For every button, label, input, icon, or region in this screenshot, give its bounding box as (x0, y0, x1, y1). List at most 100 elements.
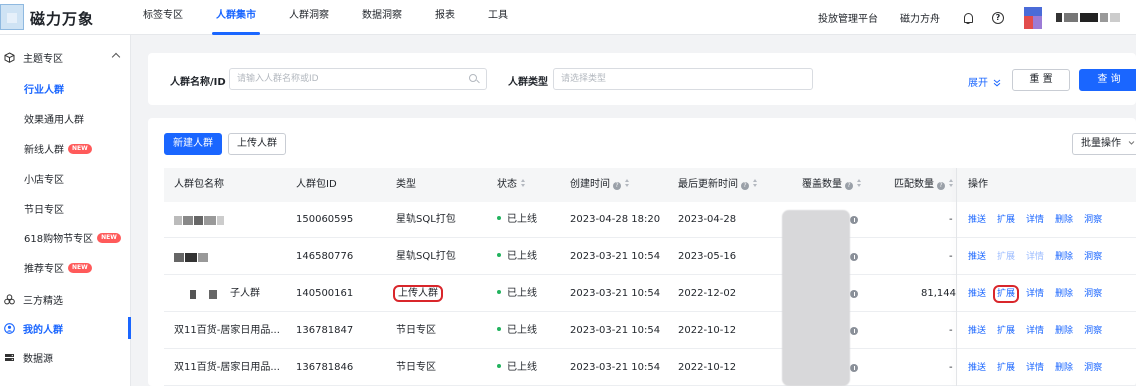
expand-filters-link[interactable]: 展开 (968, 74, 1001, 89)
delete-link[interactable]: 删除 (1055, 363, 1073, 373)
audience-table-panel: 新建人群 上传人群 批量操作 人群包名称 人群包ID 类型 状态 创建时间? 最… (148, 118, 1136, 386)
push-link[interactable]: 推送 (968, 363, 986, 373)
cube-icon (4, 52, 15, 63)
name-redacted (174, 216, 224, 225)
sort-icon[interactable] (625, 179, 630, 188)
sidebar-group-themes[interactable]: 主题专区 (0, 43, 131, 72)
status-dot (497, 216, 501, 220)
name-id-input[interactable]: 请输入人群名称或ID (229, 68, 487, 90)
col-coverage[interactable]: 覆盖数量? (802, 168, 862, 202)
sort-icon[interactable] (521, 179, 526, 188)
new-audience-button[interactable]: 新建人群 (164, 133, 222, 155)
ad-platform-link[interactable]: 投放管理平台 (818, 10, 878, 25)
status-text: 已上线 (507, 251, 537, 262)
chevron-up-icon[interactable] (111, 52, 121, 62)
bell-icon[interactable] (962, 12, 974, 24)
sidebar-item-recommend[interactable]: 推荐专区 NEW (0, 253, 131, 282)
help-circle-icon: ? (937, 182, 945, 190)
row-status: 已上线 (497, 276, 537, 312)
insight-link[interactable]: 洞察 (1084, 289, 1102, 299)
delete-link[interactable]: 删除 (1055, 289, 1073, 299)
push-link[interactable]: 推送 (968, 289, 986, 299)
expand-link[interactable]: 扩展 (997, 363, 1015, 373)
row-match: 81,144 (921, 288, 956, 299)
insight-link[interactable]: 洞察 (1084, 215, 1102, 225)
detail-link[interactable]: 详情 (1026, 289, 1044, 299)
sidebar-item-new-line[interactable]: 新线人群 NEW (0, 134, 131, 163)
help-icon[interactable]: ? (992, 11, 1004, 24)
avatar[interactable] (1024, 6, 1042, 29)
status-text: 已上线 (507, 325, 537, 336)
detail-link[interactable]: 详情 (1026, 326, 1044, 336)
info-icon[interactable] (850, 327, 858, 335)
batch-ops-dropdown[interactable]: 批量操作 (1072, 133, 1136, 155)
info-icon[interactable] (850, 290, 858, 298)
status-dot (497, 364, 501, 368)
tab-audience-market[interactable]: 人群集市 (212, 0, 260, 35)
filter-panel: 人群名称/ID 请输入人群名称或ID 人群类型 请选择类型 展开 重 置 查 询 (148, 53, 1136, 105)
sidebar-group-my-audience[interactable]: 我的人群 (0, 314, 131, 343)
sidebar-item-industry[interactable]: 行业人群 (0, 74, 131, 103)
reset-button[interactable]: 重 置 (1012, 69, 1070, 91)
tab-tools[interactable]: 工具 (488, 0, 508, 35)
col-created[interactable]: 创建时间? (570, 168, 630, 202)
delete-link[interactable]: 删除 (1055, 215, 1073, 225)
search-icon[interactable] (469, 74, 477, 82)
detail-link[interactable]: 详情 (1026, 215, 1044, 225)
row-actions: 推送 扩展 详情 删除 洞察 (968, 350, 1113, 386)
table-row: 双11百货-居家日用品... 136781846 节日专区 已上线 2023-0… (164, 350, 1136, 386)
info-icon[interactable] (850, 216, 858, 224)
row-created: 2023-03-21 10:54 (570, 325, 661, 336)
row-status: 已上线 (497, 350, 537, 386)
row-actions: 推送 扩展 详情 删除 洞察 (968, 239, 1113, 275)
push-link[interactable]: 推送 (968, 252, 986, 262)
col-status[interactable]: 状态 (497, 168, 526, 202)
delete-link[interactable]: 删除 (1055, 252, 1073, 262)
sidebar-item-label: 节日专区 (24, 205, 64, 216)
tab-reports[interactable]: 报表 (435, 0, 455, 35)
status-text: 已上线 (507, 362, 537, 373)
detail-link[interactable]: 详情 (1026, 252, 1044, 262)
push-link[interactable]: 推送 (968, 326, 986, 336)
upload-audience-button[interactable]: 上传人群 (228, 133, 286, 155)
col-updated[interactable]: 最后更新时间? (678, 168, 758, 202)
query-button[interactable]: 查 询 (1079, 69, 1136, 91)
row-type: 星轨SQL打包 (396, 251, 456, 262)
ark-link[interactable]: 磁力方舟 (900, 10, 940, 25)
sidebar-group-data-source[interactable]: 数据源 (0, 343, 131, 372)
sidebar: 主题专区 行业人群 效果通用人群 新线人群 NEW 小店专区 节日专区 618购… (0, 35, 131, 386)
info-icon[interactable] (850, 364, 858, 372)
col-match-label: 匹配数量 (894, 179, 934, 190)
col-coverage-label: 覆盖数量 (802, 179, 842, 190)
insight-link[interactable]: 洞察 (1084, 326, 1102, 336)
sort-icon[interactable] (949, 179, 954, 188)
sort-icon[interactable] (753, 179, 758, 188)
expand-link[interactable]: 扩展 (997, 215, 1015, 225)
detail-link[interactable]: 详情 (1026, 363, 1044, 373)
tab-audience-insight[interactable]: 人群洞察 (289, 0, 329, 35)
table-row: 150060595 星轨SQL打包 已上线 2023-04-28 18:20 2… (164, 202, 1136, 238)
row-type: 星轨SQL打包 (396, 214, 456, 225)
col-name: 人群包名称 (174, 168, 224, 202)
audience-type-select[interactable]: 请选择类型 (553, 68, 813, 90)
sort-icon[interactable] (857, 179, 862, 188)
sidebar-item-effect-common[interactable]: 效果通用人群 (0, 104, 131, 133)
row-type: 节日专区 (396, 325, 436, 336)
sidebar-item-618[interactable]: 618购物节专区 NEW (0, 223, 131, 252)
info-icon[interactable] (850, 253, 858, 261)
expand-link[interactable]: 扩展 (993, 285, 1020, 303)
row-id: 136781846 (296, 362, 354, 373)
col-match[interactable]: 匹配数量? (894, 168, 954, 202)
insight-link[interactable]: 洞察 (1084, 252, 1102, 262)
tab-data-insight[interactable]: 数据洞察 (362, 0, 402, 35)
tab-label-tags[interactable]: 标签专区 (143, 0, 183, 35)
expand-link[interactable]: 扩展 (997, 326, 1015, 336)
sidebar-item-shop[interactable]: 小店专区 (0, 164, 131, 193)
delete-link[interactable]: 删除 (1055, 326, 1073, 336)
row-status: 已上线 (497, 202, 537, 238)
push-link[interactable]: 推送 (968, 215, 986, 225)
sidebar-item-festival[interactable]: 节日专区 (0, 194, 131, 223)
insight-link[interactable]: 洞察 (1084, 363, 1102, 373)
expand-link[interactable]: 扩展 (997, 252, 1015, 262)
sidebar-group-third-party[interactable]: 三方精选 (0, 285, 131, 314)
